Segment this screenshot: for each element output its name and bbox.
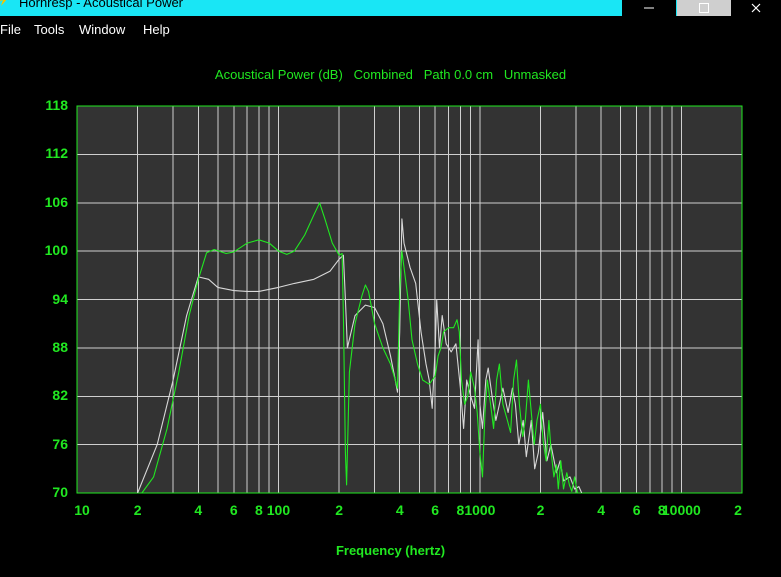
y-tick-label: 70 [52,484,68,500]
x-tick-label: 6 [632,502,641,518]
x-tick-label: 2 [536,502,545,518]
y-tick-label: 94 [52,290,68,307]
x-tick-label: 4 [194,502,203,518]
x-tick-label: 2 [734,502,742,518]
x-tick-label: 2 [335,502,343,518]
y-tick-label: 112 [45,145,68,162]
x-tick-label: 100 [266,502,291,518]
x-tick-label: 1000 [464,502,496,518]
y-tick-label: 88 [52,338,68,355]
y-tick-label: 100 [44,242,68,259]
x-tick-label: 10000 [661,502,701,518]
y-tick-label: 82 [52,387,68,404]
x-tick-label: 4 [395,502,404,518]
x-axis-label: Frequency (hertz) [335,543,446,558]
y-tick-label: 118 [45,97,68,113]
x-tick-label: 2 [133,502,142,518]
x-tick-label: 6 [229,502,238,518]
x-tick-label: 8 [255,502,263,518]
x-tick-label: 6 [431,502,440,518]
acoustical-power-chart [76,105,743,494]
x-tick-label: 10 [74,502,90,518]
x-tick-label: 8 [456,502,465,518]
y-tick-label: 106 [44,193,68,210]
y-tick-label: 76 [52,435,68,452]
x-tick-label: 4 [597,502,606,518]
